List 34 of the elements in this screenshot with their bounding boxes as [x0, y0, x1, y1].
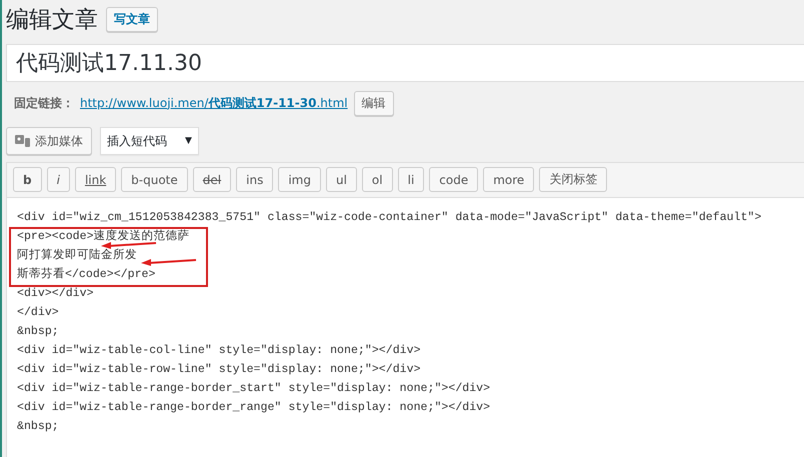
code-line: <div id="wiz-table-col-line" style="display: none;"></div>: [17, 344, 421, 357]
code-line: <pre><code>速度发送的范德萨: [17, 230, 190, 243]
new-post-button[interactable]: 写文章: [106, 6, 158, 32]
quicktag-button[interactable]: ul: [326, 167, 357, 192]
media-icon: [15, 134, 31, 148]
code-line: 阿打算发即可陆金所发: [17, 249, 137, 262]
code-line: <div id="wiz_cm_1512053842383_5751" class="wiz-code-container" data-mode="JavaScript" data-theme="default">: [17, 211, 762, 224]
add-media-button[interactable]: 添加媒体: [6, 127, 92, 155]
quicktag-button[interactable]: del: [192, 167, 232, 192]
code-line: &nbsp;: [17, 420, 59, 433]
title-field[interactable]: 代码测试17.11.30: [6, 44, 804, 82]
quicktag-button[interactable]: link: [74, 167, 116, 192]
code-line: &nbsp;: [17, 325, 59, 338]
shortcode-dropdown[interactable]: 插入短代码 ▼: [100, 127, 199, 155]
quicktag-button[interactable]: more: [483, 167, 534, 192]
code-line: 斯蒂芬看</code></pre>: [17, 268, 156, 281]
quicktag-button[interactable]: b-quote: [121, 167, 188, 192]
quicktag-button[interactable]: img: [278, 167, 321, 192]
quicktag-button[interactable]: ol: [362, 167, 393, 192]
code-line: <div id="wiz-table-row-line" style="display: none;"></div>: [17, 363, 421, 376]
edit-button[interactable]: 编辑: [354, 90, 394, 116]
quicktag-button[interactable]: code: [429, 167, 478, 192]
quicktag-button[interactable]: ins: [236, 167, 274, 192]
quicktag-button[interactable]: 关闭标签: [539, 167, 608, 192]
permalink-label: 固定链接：: [14, 94, 74, 112]
code-line: <div></div>: [17, 287, 94, 300]
code-line: <div id="wiz-table-range-border_range" style="display: none;"></div>: [17, 401, 490, 414]
quicktag-button[interactable]: i: [46, 167, 70, 192]
permalink-link[interactable]: http://www.luoji.men/代码测试17-11-30.html: [80, 94, 348, 112]
code-line: </div>: [17, 306, 59, 319]
quicktag-button[interactable]: b: [13, 167, 42, 192]
quicktag-button[interactable]: li: [398, 167, 424, 192]
code-line: <div id="wiz-table-range-border_start" style="display: none;"></div>: [17, 382, 490, 395]
page-title: 编辑文章: [6, 6, 98, 34]
